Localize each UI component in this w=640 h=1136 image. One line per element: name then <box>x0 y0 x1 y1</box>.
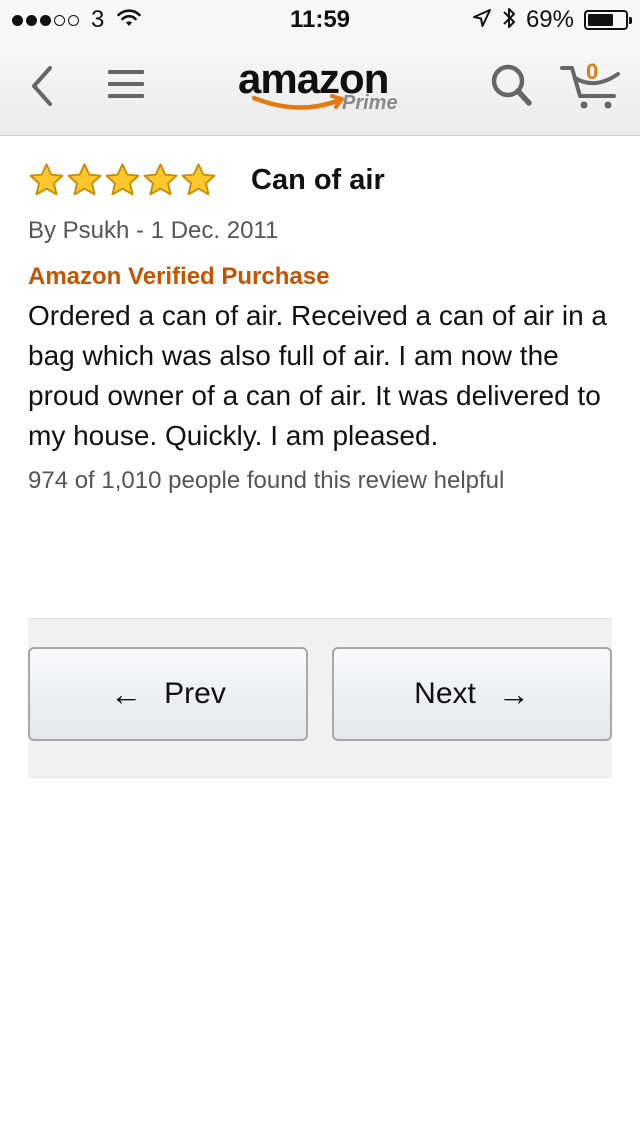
helpful-count: 974 of 1,010 people found this review he… <box>28 467 505 494</box>
amazon-prime-logo[interactable]: amazon Prime <box>230 56 410 116</box>
star-filled-icon <box>29 162 64 195</box>
battery-icon <box>584 10 632 30</box>
status-bar: 3 11:59 69% <box>0 0 640 40</box>
star-filled-icon <box>105 162 140 195</box>
review-body: Ordered a can of air. Received a can of … <box>28 300 607 451</box>
star-filled-icon <box>181 162 216 195</box>
cart-count-badge: 0 <box>586 59 599 84</box>
star-filled-icon <box>143 162 178 195</box>
review-title: Can of air <box>251 164 385 196</box>
star-filled-icon <box>67 162 102 195</box>
review-pager: ← Prev Next → <box>28 618 612 778</box>
verified-purchase-badge: Amazon Verified Purchase <box>28 263 330 290</box>
smile-arrow-icon <box>252 94 344 110</box>
search-icon[interactable] <box>488 60 534 110</box>
review-byline: By Psukh - 1 Dec. 2011 <box>28 217 279 244</box>
star-rating <box>28 162 217 199</box>
location-icon <box>472 8 492 33</box>
next-button-label: Next <box>414 677 476 710</box>
left-arrow-icon: ← <box>110 676 143 712</box>
battery-percent: 69% <box>525 6 574 33</box>
logo-prime-text: Prime <box>342 92 398 114</box>
menu-icon[interactable] <box>106 66 146 102</box>
back-chevron-icon[interactable] <box>26 64 60 108</box>
cart-icon[interactable]: 0 <box>560 60 624 112</box>
right-arrow-icon: → <box>497 676 530 712</box>
app-header: amazon Prime 0 <box>0 40 640 136</box>
prev-button-label: Prev <box>164 677 226 710</box>
battery-level-fill <box>588 14 613 26</box>
bluetooth-icon <box>502 6 516 35</box>
prev-button[interactable]: ← Prev <box>28 647 308 741</box>
status-right: 69% <box>472 6 632 35</box>
next-button[interactable]: Next → <box>332 647 612 741</box>
review-card: Can of air By Psukh - 1 Dec. 2011 Amazon… <box>28 158 612 496</box>
review-header: Can of air <box>28 158 612 202</box>
